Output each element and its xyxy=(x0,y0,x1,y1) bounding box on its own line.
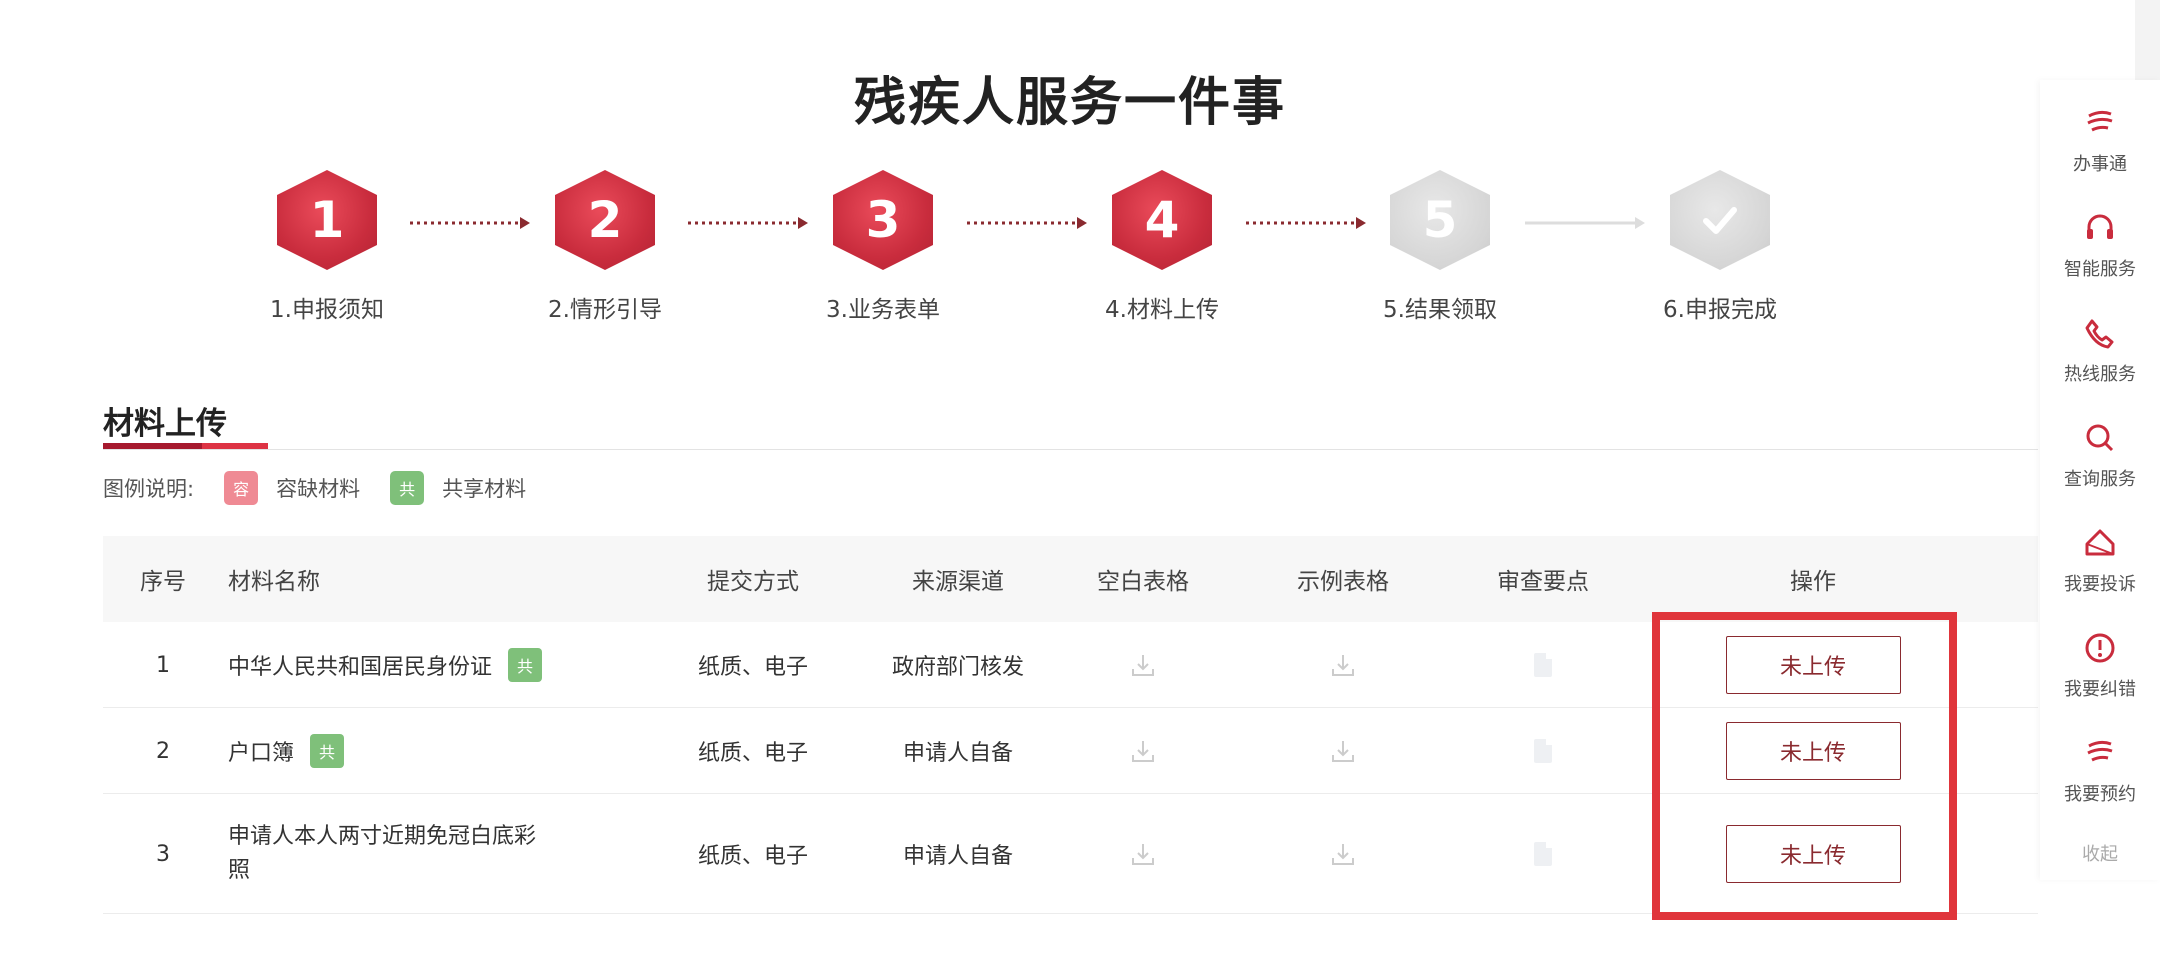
sidebar-label: 办事通 xyxy=(2073,154,2127,175)
section-title: 材料上传 xyxy=(103,406,227,442)
download-icon[interactable] xyxy=(1243,794,1443,914)
step-2-label: 2.情形引导 xyxy=(548,297,662,323)
sidebar-item-complaint[interactable]: 我要投诉 xyxy=(2040,526,2160,616)
sidebar-item-query[interactable]: 查询服务 xyxy=(2040,421,2160,511)
header-source: 来源渠道 xyxy=(912,569,1004,595)
step-3-label: 3.业务表单 xyxy=(826,297,940,323)
deficiency-badge: 容 xyxy=(224,471,259,505)
material-name-line1: 申请人本人两寸近期免冠白底彩 xyxy=(228,824,537,849)
complaint-icon xyxy=(2083,526,2117,560)
step-3-hexagon: 3 xyxy=(833,170,933,270)
shared-badge: 共 xyxy=(390,471,425,505)
legend-label-deficiency: 容缺材料 xyxy=(276,477,361,501)
highlight-box xyxy=(1652,612,1957,920)
sidebar-label: 我要纠错 xyxy=(2064,679,2136,700)
right-sidebar: 办事通 智能服务 热线服务 查询服务 我要投诉 我要纠错 我要预约 收起 xyxy=(2040,80,2160,880)
step-3: 3 3.业务表单 xyxy=(733,170,1033,330)
download-icon[interactable] xyxy=(1043,622,1243,708)
step-2-hexagon: 2 xyxy=(555,170,655,270)
header-no: 序号 xyxy=(140,569,186,595)
review-doc-cell[interactable] xyxy=(1443,794,1643,914)
step-1-hexagon: 1 xyxy=(277,170,377,270)
legend-label-shared: 共享材料 xyxy=(442,477,527,501)
table-header: 序号 材料名称 提交方式 来源渠道 空白表格 示例表格 审查要点 操作 xyxy=(103,536,2038,622)
step-1-label: 1.申报须知 xyxy=(270,297,384,323)
sidebar-item-hotline[interactable]: 热线服务 xyxy=(2040,316,2160,406)
row-source: 政府部门核发 xyxy=(891,655,1024,680)
step-4-label: 4.材料上传 xyxy=(1105,297,1219,323)
step-4: 4 4.材料上传 xyxy=(1012,170,1312,330)
row-no: 1 xyxy=(156,652,170,678)
banshitong-logo-icon xyxy=(2083,106,2117,140)
sidebar-label: 我要投诉 xyxy=(2064,574,2136,595)
material-name: 中华人民共和国居民身份证 xyxy=(228,655,493,680)
sidebar-item-appointment[interactable]: 我要预约 xyxy=(2040,736,2160,826)
sidebar-item-smart-service[interactable]: 智能服务 xyxy=(2040,211,2160,301)
check-icon xyxy=(1703,207,1737,234)
phone-icon xyxy=(2083,316,2117,350)
sidebar-item-banshitong[interactable]: 办事通 xyxy=(2040,106,2160,196)
sidebar-label: 智能服务 xyxy=(2064,259,2136,280)
material-name-line2: 照 xyxy=(228,858,251,883)
header-blank-form: 空白表格 xyxy=(1097,569,1189,595)
step-5-label: 5.结果领取 xyxy=(1383,297,1497,323)
document-icon[interactable] xyxy=(1534,653,1552,677)
search-icon xyxy=(2083,421,2117,455)
document-icon[interactable] xyxy=(1534,842,1552,866)
row-no: 3 xyxy=(156,841,170,867)
step-5: 5 5.结果领取 xyxy=(1290,170,1590,330)
step-6-hexagon xyxy=(1670,170,1770,270)
legend-prefix: 图例说明: xyxy=(103,477,195,501)
step-2: 2 2.情形引导 xyxy=(455,170,755,330)
download-icon[interactable] xyxy=(1243,708,1443,794)
headset-icon xyxy=(2083,211,2117,245)
review-doc-cell[interactable] xyxy=(1443,622,1643,708)
download-icon[interactable] xyxy=(1043,794,1243,914)
download-icon[interactable] xyxy=(1243,622,1443,708)
sidebar-collapse-button[interactable]: 收起 xyxy=(2040,840,2160,866)
header-operation: 操作 xyxy=(1790,569,1836,595)
document-icon[interactable] xyxy=(1534,739,1552,763)
divider xyxy=(103,449,2038,450)
header-sample-form: 示例表格 xyxy=(1297,569,1389,595)
row-no: 2 xyxy=(156,738,170,764)
step-6: 6.申报完成 xyxy=(1570,170,1870,330)
step-6-label: 6.申报完成 xyxy=(1663,297,1777,323)
row-source: 申请人自备 xyxy=(902,741,1013,766)
shared-badge: 共 xyxy=(310,734,345,768)
sidebar-label: 查询服务 xyxy=(2064,469,2136,490)
download-icon[interactable] xyxy=(1043,708,1243,794)
appointment-logo-icon xyxy=(2083,736,2117,770)
material-name: 户口簿 xyxy=(228,741,295,766)
step-5-hexagon: 5 xyxy=(1390,170,1490,270)
sidebar-label: 我要预约 xyxy=(2064,784,2136,805)
legend: 图例说明: 容 容缺材料 共 共享材料 xyxy=(103,470,526,506)
review-doc-cell[interactable] xyxy=(1443,708,1643,794)
step-4-hexagon: 4 xyxy=(1112,170,1212,270)
step-1: 1 1.申报须知 xyxy=(177,170,477,330)
page-title: 残疾人服务一件事 xyxy=(853,73,1286,133)
row-source: 申请人自备 xyxy=(902,844,1013,869)
header-review-points: 审查要点 xyxy=(1497,569,1589,595)
sidebar-item-correction[interactable]: 我要纠错 xyxy=(2040,631,2160,721)
sidebar-label: 热线服务 xyxy=(2064,364,2136,385)
alert-icon xyxy=(2083,631,2117,665)
shared-badge: 共 xyxy=(508,648,543,682)
